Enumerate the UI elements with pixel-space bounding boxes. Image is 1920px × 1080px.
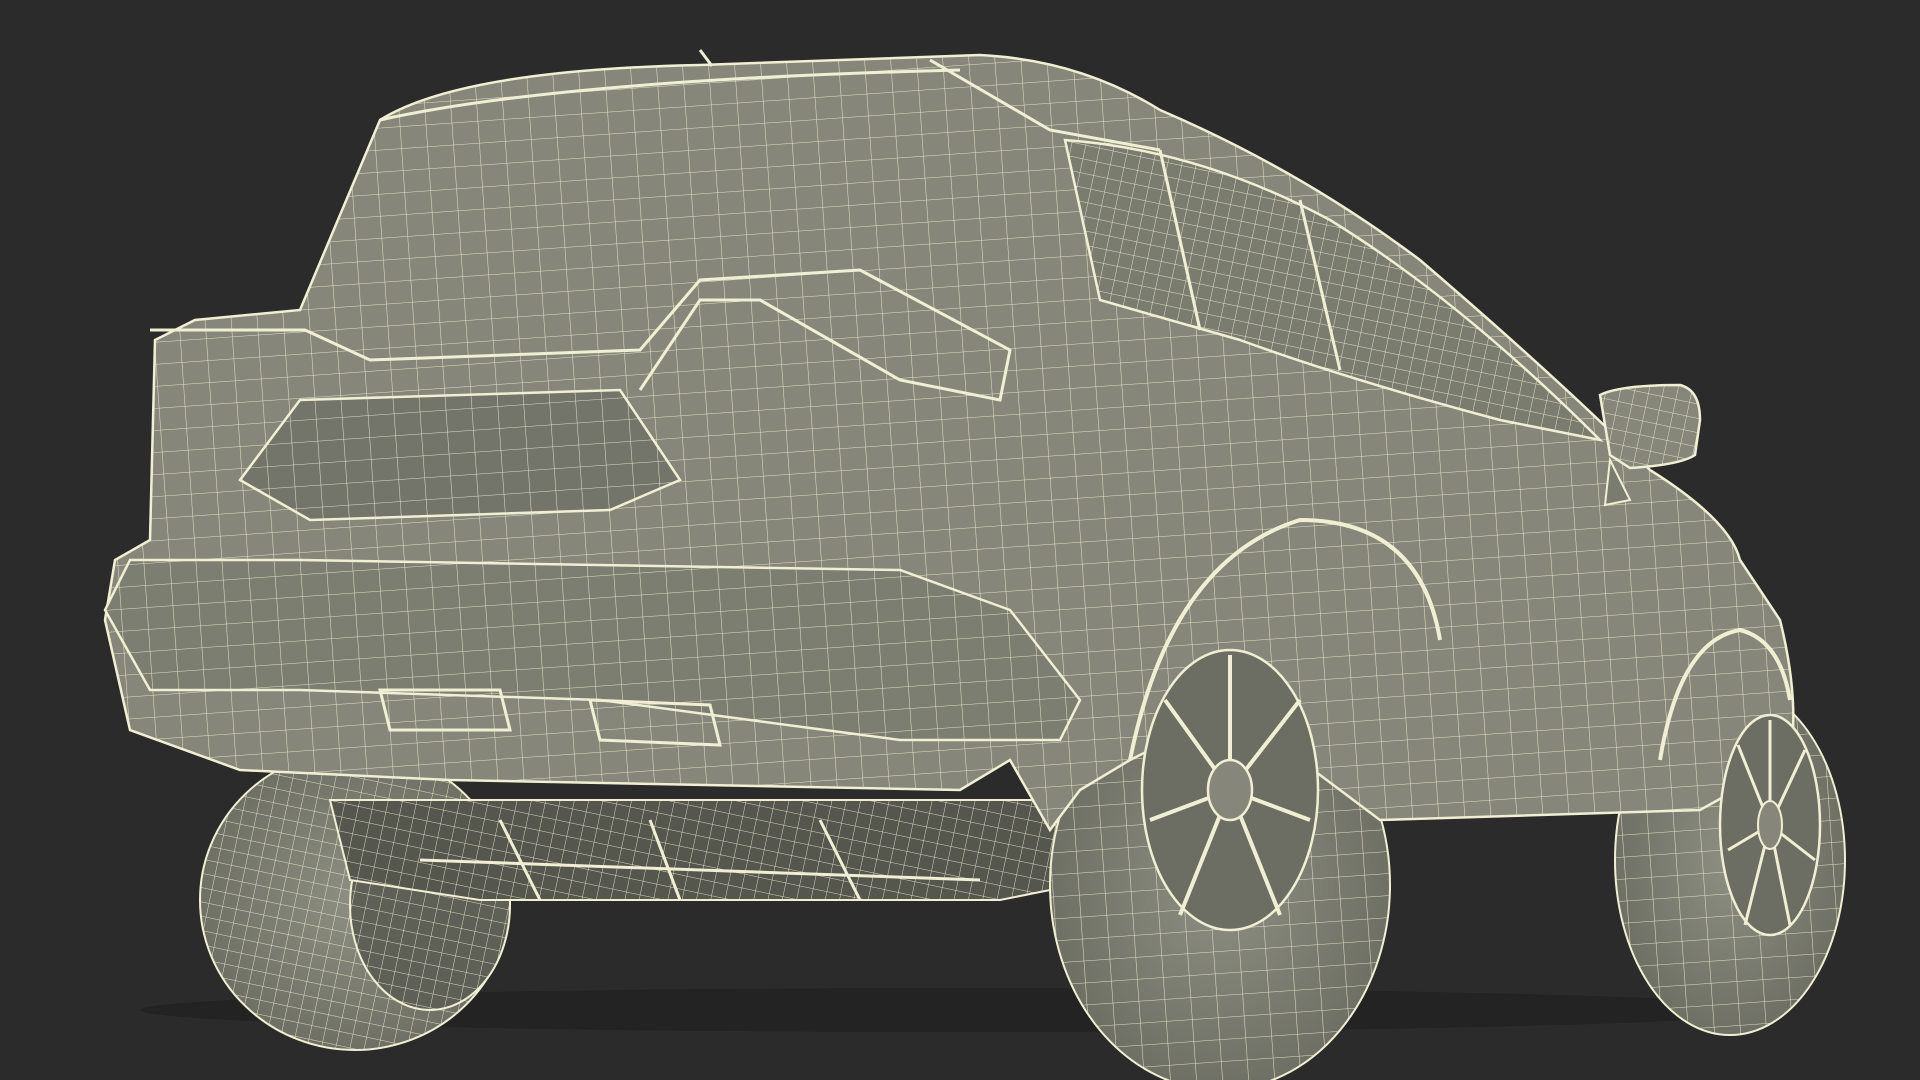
rear-left-wheel (199, 749, 511, 1051)
front-right-rim (1718, 713, 1822, 937)
rear-right-rim (1140, 648, 1320, 932)
render-viewport (0, 0, 1920, 1080)
underbody (328, 799, 1102, 901)
wireframe-render (103, 49, 1846, 1080)
